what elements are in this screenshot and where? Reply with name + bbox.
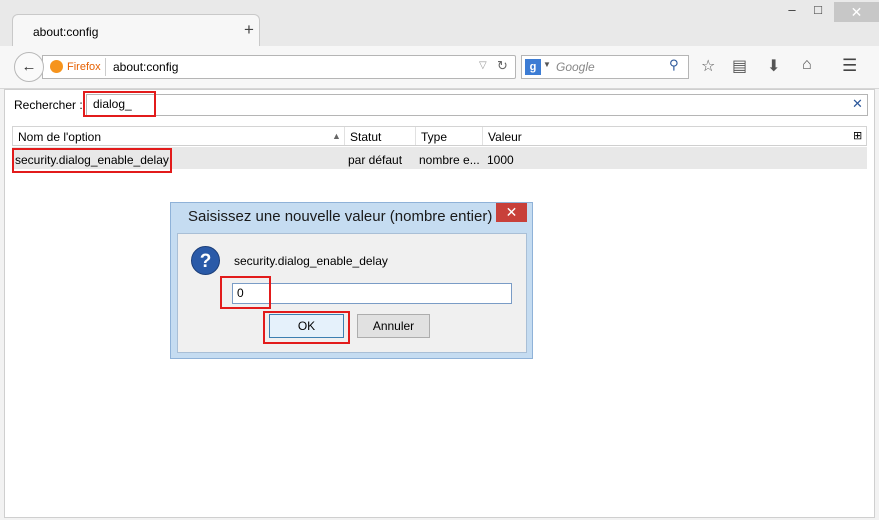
- search-icon[interactable]: ⚲: [669, 57, 679, 73]
- search-placeholder[interactable]: Google: [556, 60, 595, 74]
- identity-label[interactable]: Firefox: [67, 61, 101, 73]
- question-icon: ?: [191, 246, 220, 275]
- maximize-button[interactable]: □: [804, 2, 832, 22]
- column-header-name[interactable]: Nom de l'option: [18, 130, 101, 144]
- sort-ascending-icon: ▲: [332, 131, 341, 141]
- search-label: Rechercher :: [14, 98, 83, 112]
- new-tab-button[interactable]: +: [244, 20, 254, 40]
- dialog-title: Saisissez une nouvelle valeur (nombre en…: [188, 208, 493, 225]
- column-header-status[interactable]: Statut: [350, 130, 381, 144]
- highlight-box-row: [12, 148, 172, 173]
- url-dropdown-icon[interactable]: ▽: [479, 60, 487, 71]
- firefox-icon: [50, 60, 63, 73]
- column-separator[interactable]: [482, 127, 483, 145]
- column-separator[interactable]: [344, 127, 345, 145]
- download-icon[interactable]: ⬇: [767, 56, 780, 76]
- reload-icon[interactable]: ↻: [497, 58, 508, 74]
- minimize-button[interactable]: –: [778, 2, 806, 22]
- url-divider: [105, 58, 106, 76]
- highlight-box-ok: [263, 311, 350, 344]
- home-icon[interactable]: ⌂: [802, 56, 812, 74]
- row-type: nombre e...: [419, 153, 480, 167]
- tab-title: about:config: [33, 25, 99, 39]
- highlight-box-filter: [83, 91, 156, 117]
- bookmarks-list-icon[interactable]: ▤: [732, 56, 747, 76]
- filter-input[interactable]: [86, 94, 868, 116]
- dialog-message: security.dialog_enable_delay: [234, 254, 388, 268]
- column-picker-icon[interactable]: ⊞: [853, 129, 862, 142]
- column-header-type[interactable]: Type: [421, 130, 447, 144]
- value-input[interactable]: [232, 283, 512, 304]
- back-icon[interactable]: ←: [14, 52, 44, 82]
- column-header-value[interactable]: Valeur: [488, 130, 522, 144]
- column-separator[interactable]: [415, 127, 416, 145]
- url-text[interactable]: about:config: [113, 60, 178, 74]
- bookmark-star-icon[interactable]: ☆: [701, 56, 715, 76]
- clear-filter-icon[interactable]: ✕: [852, 96, 863, 112]
- cancel-button[interactable]: Annuler: [357, 314, 430, 338]
- highlight-box-input: [220, 276, 271, 309]
- dialog-close-icon[interactable]: ✕: [496, 203, 527, 222]
- window-close-button[interactable]: ✕: [834, 2, 879, 22]
- search-engine-dropdown-icon[interactable]: ▼: [543, 60, 551, 69]
- google-icon[interactable]: g: [525, 59, 541, 75]
- row-status: par défaut: [348, 153, 403, 167]
- tab-about-config[interactable]: about:config: [12, 14, 260, 48]
- menu-icon[interactable]: ☰: [842, 56, 857, 76]
- row-value: 1000: [487, 153, 514, 167]
